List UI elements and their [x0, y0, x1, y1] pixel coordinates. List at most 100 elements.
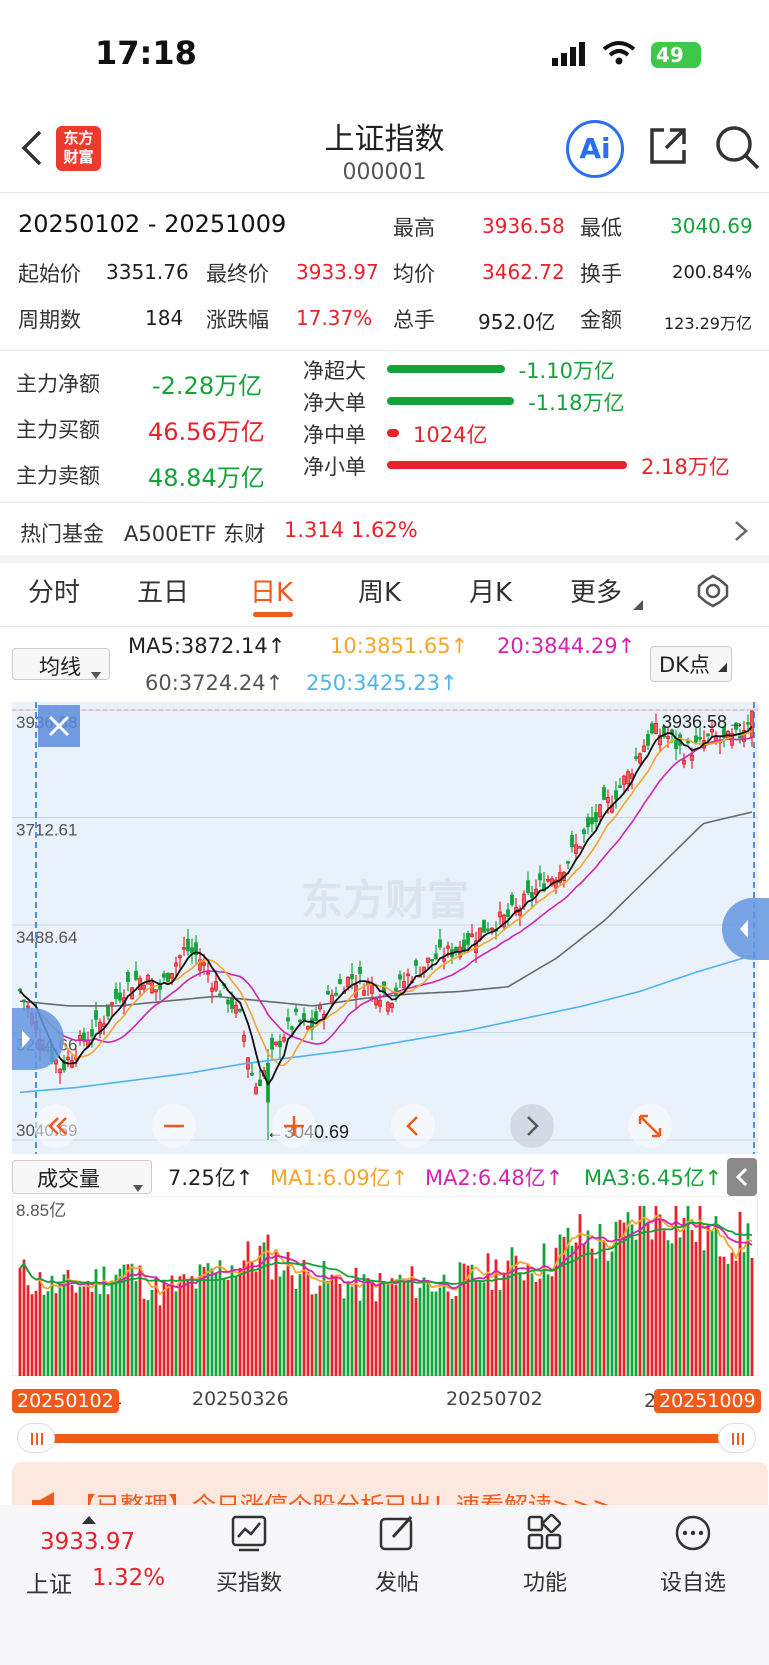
- volume-bar: [306, 1271, 310, 1376]
- nav-buy-index[interactable]: 买指数: [194, 1513, 304, 1597]
- close-value: 3933.97: [296, 260, 379, 284]
- volume-bar: [494, 1259, 498, 1376]
- volume-bar: [46, 1291, 50, 1376]
- index-quote[interactable]: 3933.97 上证 1.32%: [20, 1505, 180, 1615]
- volume-bar: [630, 1224, 634, 1376]
- zoom-in-icon[interactable]: [272, 1104, 316, 1148]
- candle-body: [114, 988, 118, 999]
- battery-icon: 49: [651, 42, 701, 68]
- volume-bar: [362, 1274, 366, 1376]
- tab-five-day[interactable]: 五日: [137, 572, 189, 609]
- search-icon[interactable]: [714, 124, 762, 176]
- volume-bar: [330, 1274, 334, 1376]
- volume-bar: [286, 1251, 290, 1376]
- candle-body: [230, 998, 234, 1009]
- volume-chart[interactable]: 8.85亿: [12, 1196, 758, 1376]
- fullscreen-icon[interactable]: [628, 1104, 672, 1148]
- volume-bar: [370, 1282, 374, 1376]
- volume-bar: [38, 1272, 42, 1376]
- candle-body: [414, 960, 418, 966]
- right-handle-icon[interactable]: [722, 898, 769, 960]
- vol-ma1-value: MA1:6.09亿↑: [270, 1166, 409, 1190]
- low-label: 最低: [580, 216, 622, 240]
- volume-bar: [170, 1275, 174, 1376]
- ma-select[interactable]: 均线: [12, 648, 110, 680]
- zoom-out-icon[interactable]: [152, 1104, 196, 1148]
- volume-bar: [54, 1293, 58, 1376]
- slider-handle-left[interactable]: [17, 1423, 55, 1453]
- ma5-value: MA5:3872.14↑: [128, 634, 286, 658]
- volume-bar: [270, 1279, 274, 1376]
- sell-value: 48.84万亿: [148, 464, 265, 492]
- nav-functions[interactable]: 功能: [490, 1513, 600, 1597]
- change-value: 17.37%: [296, 306, 373, 330]
- volume-bar: [22, 1259, 26, 1376]
- rewind-icon[interactable]: [34, 1104, 78, 1148]
- price-axis-label: 3488.64: [16, 928, 77, 947]
- candle-body: [434, 953, 438, 960]
- volume-bar: [418, 1287, 422, 1376]
- ma20-value: 20:3844.29↑: [497, 634, 636, 658]
- caret-down-icon: [133, 1174, 143, 1198]
- turnover-label: 换手: [580, 262, 622, 286]
- volume-bar: [442, 1274, 446, 1376]
- ai-button[interactable]: Ai: [566, 120, 624, 178]
- candle-body: [338, 979, 342, 984]
- candlestick-chart[interactable]: 3936.583712.613488.643264.663040.69东方财富3…: [12, 702, 758, 1154]
- volume-bar: [650, 1239, 654, 1376]
- net-value: -2.28万亿: [152, 372, 263, 400]
- volume-bar: [58, 1282, 62, 1376]
- settings-icon[interactable]: [696, 574, 730, 612]
- candle-body: [290, 1026, 294, 1030]
- tab-daily-k[interactable]: 日K: [250, 572, 293, 609]
- pan-left-icon[interactable]: [391, 1104, 435, 1148]
- volume-bar: [662, 1230, 666, 1376]
- volume-bar: [522, 1280, 526, 1376]
- tab-intraday[interactable]: 分时: [28, 572, 80, 609]
- volume-bar: [430, 1291, 434, 1376]
- volume-bar: [674, 1206, 678, 1376]
- volume-label: 总手: [393, 308, 435, 332]
- volume-bar: [450, 1298, 454, 1376]
- volume-bar: [682, 1217, 686, 1376]
- pan-right-icon[interactable]: [510, 1104, 554, 1148]
- volume-bar: [110, 1281, 114, 1376]
- tab-weekly-k[interactable]: 周K: [358, 572, 401, 609]
- volume-bar: [318, 1285, 322, 1376]
- nav-label: 设自选: [659, 1571, 726, 1596]
- tab-monthly-k[interactable]: 月K: [469, 572, 512, 609]
- share-icon[interactable]: [646, 124, 690, 172]
- caret-down-icon: [718, 653, 727, 677]
- flow-row-label: 净超大: [303, 359, 366, 383]
- volume-bar: [574, 1242, 578, 1376]
- candle-body: [250, 1073, 254, 1076]
- volume-bar: [202, 1267, 206, 1376]
- volume-bar: [498, 1290, 502, 1376]
- nav-add-watchlist[interactable]: 设自选: [638, 1513, 748, 1597]
- tab-more[interactable]: 更多: [570, 572, 622, 609]
- periods-label: 周期数: [18, 308, 81, 332]
- candle-body: [398, 974, 402, 980]
- slider-handle-right[interactable]: [718, 1423, 756, 1453]
- volume-select[interactable]: 成交量: [12, 1160, 152, 1194]
- left-handle-icon[interactable]: [12, 1008, 64, 1070]
- dk-point-button[interactable]: DK点: [650, 646, 732, 682]
- high-marker-label: 3936.58→: [662, 712, 745, 732]
- volume-bar: [174, 1291, 178, 1376]
- nav-post[interactable]: 发帖: [342, 1513, 452, 1597]
- volume-value: 7.25亿↑: [168, 1166, 254, 1190]
- active-tab-indicator: [253, 612, 293, 617]
- collapse-icon[interactable]: [727, 1158, 757, 1196]
- volume-bar: [70, 1285, 74, 1376]
- flow-row-bar: [387, 365, 505, 373]
- volume-bar: [374, 1301, 378, 1376]
- close-icon[interactable]: [38, 705, 80, 747]
- flow-row-value: -1.18万亿: [528, 391, 625, 415]
- candle-body: [278, 1040, 282, 1048]
- low-value: 3040.69: [670, 214, 753, 238]
- volume-bar: [590, 1248, 594, 1376]
- change-label: 涨跌幅: [206, 308, 269, 332]
- volume-bar: [734, 1260, 738, 1376]
- candle-body: [566, 861, 570, 864]
- volume-bar: [550, 1276, 554, 1376]
